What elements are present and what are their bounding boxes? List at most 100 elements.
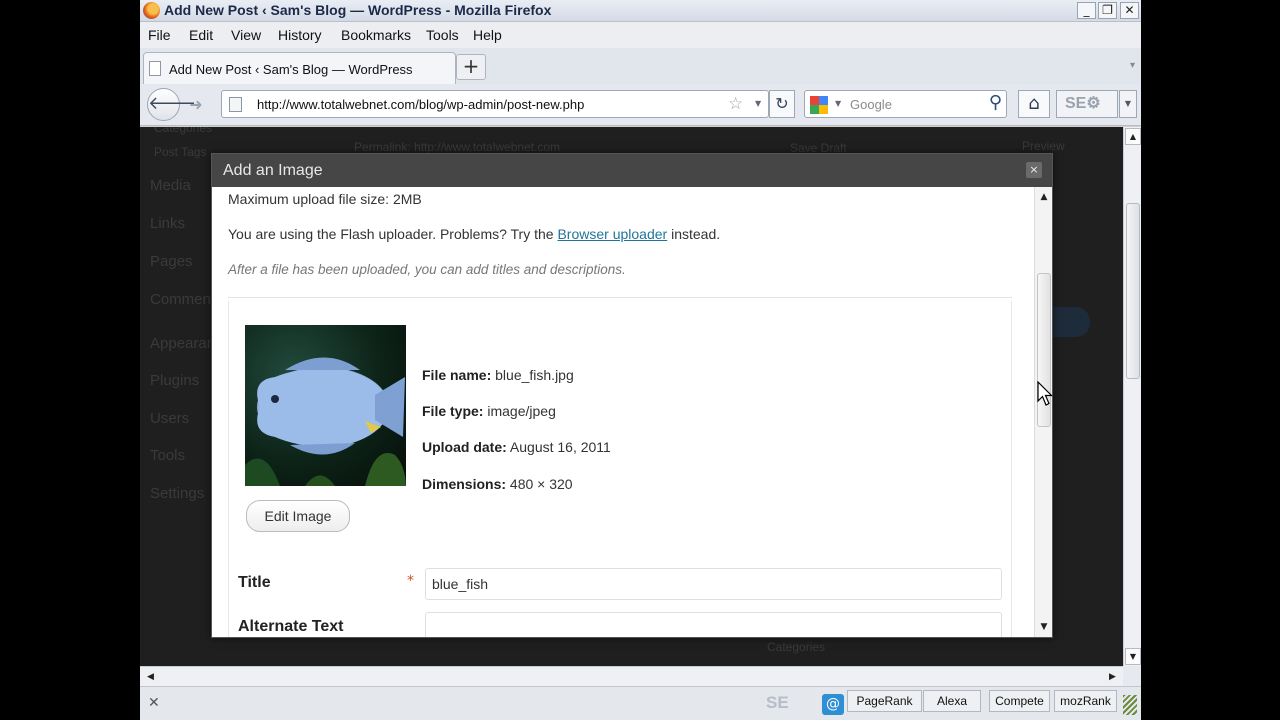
page-scroll-down-icon[interactable]: ▼ <box>1125 648 1141 665</box>
bg-preview: Preview <box>1022 139 1065 153</box>
required-asterisk: * <box>407 573 414 589</box>
tab-strip: Add New Post ‹ Sam's Blog — WordPress + … <box>140 48 1141 84</box>
mouse-cursor-icon <box>1037 381 1053 406</box>
scrollbar-corner <box>1123 666 1141 686</box>
seo-status-icon[interactable]: SE <box>766 693 789 713</box>
menu-history[interactable]: History <box>278 27 322 43</box>
reload-icon: ↻ <box>775 94 789 113</box>
reload-button[interactable]: ↻ <box>769 90 795 118</box>
tab-add-new-post[interactable]: Add New Post ‹ Sam's Blog — WordPress <box>143 52 456 84</box>
alexa-button[interactable]: Alexa <box>923 690 981 712</box>
flash-text-after: instead. <box>667 226 721 242</box>
dialog-scroll-up-icon[interactable]: ▲ <box>1037 189 1051 205</box>
mozrank-button[interactable]: mozRank <box>1054 690 1117 712</box>
menu-tools[interactable]: Tools <box>426 27 459 43</box>
menu-bar: File Edit View History Bookmarks Tools H… <box>140 22 1141 48</box>
maximize-button[interactable]: ❐ <box>1098 2 1117 19</box>
bg-categories: Categories <box>767 640 826 654</box>
pagerank-button[interactable]: PageRank <box>847 690 922 712</box>
dialog-close-button[interactable]: × <box>1026 162 1042 178</box>
page-vertical-scrollbar[interactable]: ▲ ▼ <box>1123 127 1141 666</box>
file-name-label: File name: <box>422 367 492 383</box>
upload-note: After a file has been uploaded, you can … <box>228 262 626 277</box>
addon-bar-close-button[interactable]: ✕ <box>148 695 160 711</box>
site-identity-icon[interactable] <box>229 97 242 112</box>
google-engine-icon[interactable] <box>810 96 828 114</box>
seo-toolbar-button[interactable]: SE⚙ <box>1056 90 1118 118</box>
bg-sidebar-plugins: Plugins <box>150 372 200 389</box>
bg-sidebar-categories: Categories <box>154 127 213 135</box>
page-scroll-right-icon[interactable]: ▶ <box>1104 669 1121 685</box>
firefox-window: Add New Post ‹ Sam's Blog — WordPress - … <box>140 0 1141 720</box>
window-title: Add New Post ‹ Sam's Blog — WordPress - … <box>164 2 552 18</box>
edit-image-button[interactable]: Edit Image <box>246 500 350 532</box>
bg-sidebar-users: Users <box>150 410 190 427</box>
page-scroll-thumb[interactable] <box>1126 203 1140 379</box>
blue-fish-image <box>245 357 406 486</box>
search-icon[interactable]: ⚲ <box>989 92 1002 113</box>
file-name-row: File name: blue_fish.jpg <box>422 367 574 383</box>
home-button[interactable]: ⌂ <box>1018 90 1050 118</box>
bg-sidebar-settings: Settings <box>150 485 205 502</box>
upload-date-value: August 16, 2011 <box>509 439 611 455</box>
minimize-button[interactable]: _ <box>1077 2 1096 19</box>
dialog-scroll-down-icon[interactable]: ▼ <box>1037 619 1051 635</box>
compete-button[interactable]: Compete <box>989 690 1050 712</box>
file-type-row: File type: image/jpeg <box>422 403 556 419</box>
dimensions-label: Dimensions: <box>422 476 507 492</box>
dialog-scrollbar[interactable]: ▲ ▼ <box>1034 187 1052 637</box>
browser-uploader-link[interactable]: Browser uploader <box>557 226 667 242</box>
close-window-button[interactable]: ✕ <box>1120 2 1139 19</box>
page-scroll-left-icon[interactable]: ◀ <box>142 669 159 685</box>
menu-bookmarks[interactable]: Bookmarks <box>341 27 411 43</box>
bg-sidebar-tools: Tools <box>150 447 186 464</box>
title-label: Title <box>238 574 271 591</box>
url-text[interactable]: http://www.totalwebnet.com/blog/wp-admin… <box>257 97 584 112</box>
menu-file[interactable]: File <box>148 27 171 43</box>
flash-text-before: You are using the Flash uploader. Proble… <box>228 226 558 242</box>
resize-grip[interactable] <box>1123 695 1137 715</box>
divider <box>228 297 1012 298</box>
menu-edit[interactable]: Edit <box>189 27 213 43</box>
email-at-icon[interactable]: @ <box>822 694 844 715</box>
search-bar[interactable]: ▼ Google ⚲ <box>804 90 1007 118</box>
search-engine-dropdown-icon[interactable]: ▼ <box>835 99 841 108</box>
url-history-dropdown-icon[interactable]: ▼ <box>755 99 761 108</box>
page-horizontal-scrollbar[interactable]: ◀ ▶ <box>140 666 1123 686</box>
menu-help[interactable]: Help <box>473 27 502 43</box>
dialog-body: Maximum upload file size: 2MB You are us… <box>212 187 1034 637</box>
dimensions-row: Dimensions: 480 × 320 <box>422 476 573 492</box>
seo-label: SE <box>1065 95 1087 112</box>
title-input[interactable]: blue_fish <box>425 568 1002 600</box>
new-tab-button[interactable]: + <box>456 54 486 80</box>
alternate-text-label: Alternate Text <box>238 618 344 635</box>
forward-button[interactable]: ➜ <box>184 94 208 116</box>
tab-list-arrow-icon[interactable]: ▾ <box>1130 60 1135 71</box>
alternate-text-input[interactable] <box>425 612 1002 637</box>
home-icon: ⌂ <box>1028 93 1040 114</box>
seo-dropdown-button[interactable]: ▼ <box>1119 90 1137 118</box>
firefox-icon <box>143 2 160 19</box>
image-thumbnail <box>245 325 406 486</box>
file-type-value: image/jpeg <box>487 403 556 419</box>
file-name-value: blue_fish.jpg <box>495 367 574 383</box>
letterbox-right <box>1141 0 1280 720</box>
page-viewport: Categories Post Tags Media Links Pages C… <box>140 127 1123 666</box>
bg-sidebar-pages: Pages <box>150 253 193 270</box>
page-icon <box>149 61 161 76</box>
dialog-title: Add an Image <box>223 162 323 179</box>
bg-permalink: Permalink: http://www.totalwebnet.com <box>354 140 561 154</box>
file-type-label: File type: <box>422 403 484 419</box>
menu-view[interactable]: View <box>231 27 261 43</box>
url-bar[interactable]: http://www.totalwebnet.com/blog/wp-admin… <box>221 90 769 118</box>
bookmark-star-icon[interactable]: ☆ <box>728 94 743 114</box>
bg-sidebar-media: Media <box>150 177 191 194</box>
tab-label: Add New Post ‹ Sam's Blog — WordPress <box>169 62 413 77</box>
addon-bar: ✕ SE @ PageRank Alexa Compete mozRank <box>140 686 1141 720</box>
search-placeholder: Google <box>850 97 892 112</box>
seo-gear-icon: ⚙ <box>1086 95 1101 112</box>
add-image-dialog: Add an Image × Maximum upload file size:… <box>211 153 1053 638</box>
back-button[interactable]: 🡐 <box>147 88 196 121</box>
page-scroll-up-icon[interactable]: ▲ <box>1125 128 1141 145</box>
upload-date-row: Upload date: August 16, 2011 <box>422 439 611 455</box>
